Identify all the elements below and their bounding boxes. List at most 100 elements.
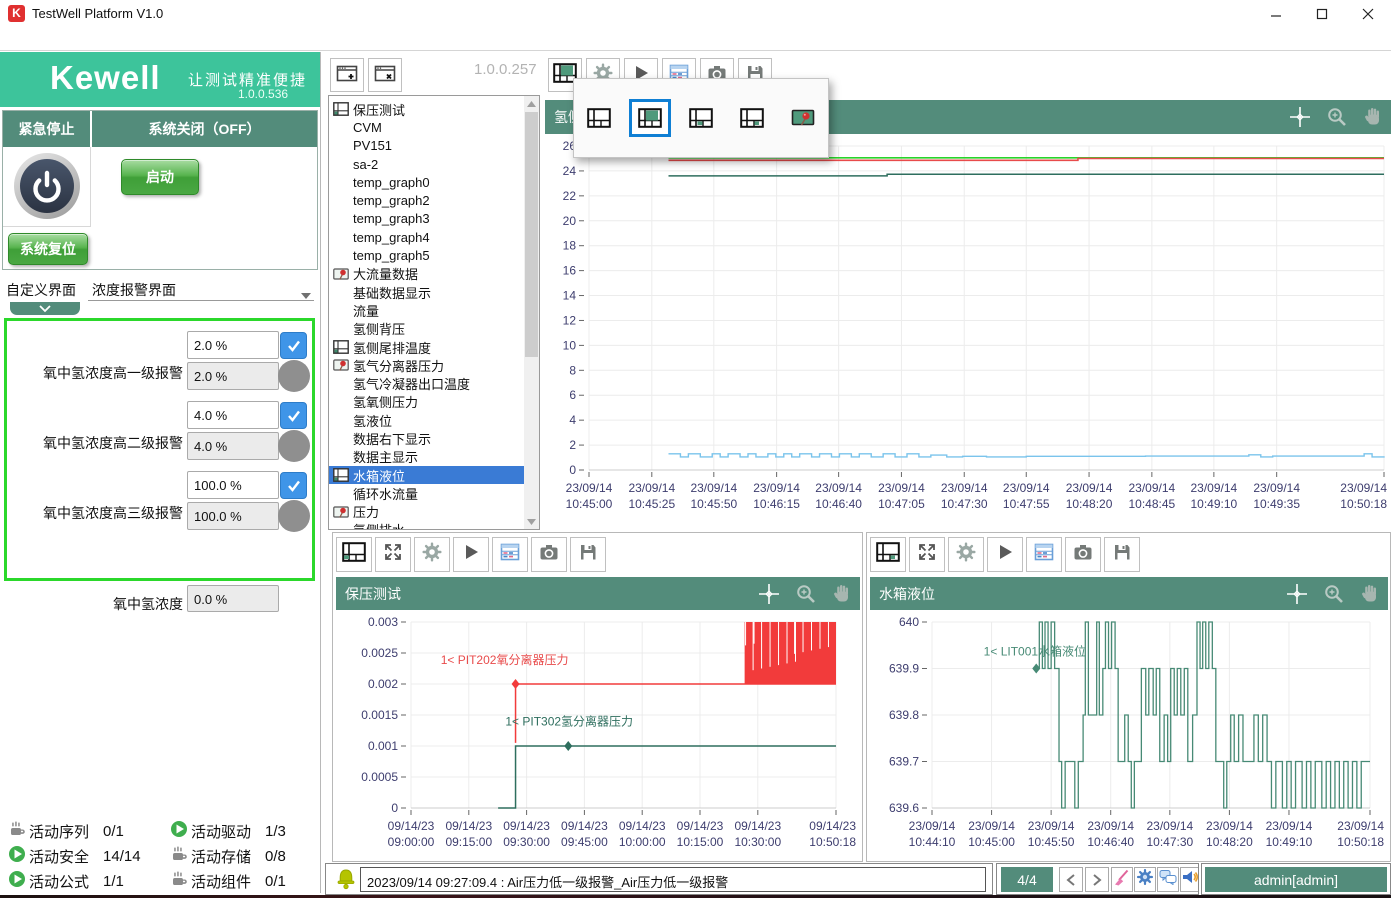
menu-item[interactable] (72, 27, 96, 51)
tree-item[interactable]: temp_graph5 (329, 246, 539, 264)
data-table-button[interactable] (1026, 537, 1062, 572)
layout-button[interactable] (870, 537, 906, 572)
emergency-stop-button[interactable] (14, 153, 80, 219)
tree-item[interactable]: 基础数据显示 (329, 283, 539, 301)
alarm-setpoint-field[interactable]: 4.0 % (187, 401, 279, 429)
tree-item[interactable]: temp_graph2 (329, 191, 539, 209)
water-tank-chart[interactable]: 639.6639.7639.8639.964023/09/1410:44:102… (870, 610, 1388, 860)
hand-icon[interactable] (1361, 104, 1387, 130)
dropdown-arrow-icon[interactable] (301, 293, 311, 299)
hydrogen-side-chart[interactable]: 0246810121416182022242623/09/1410:45:002… (545, 134, 1391, 530)
hand-icon[interactable] (1358, 581, 1384, 607)
layout-option[interactable] (782, 99, 824, 137)
tree-item[interactable]: temp_graph3 (329, 210, 539, 228)
close-button[interactable] (1345, 0, 1391, 27)
collapse-tab[interactable] (10, 302, 80, 315)
menu-item[interactable] (0, 27, 24, 51)
layout-option[interactable] (629, 99, 671, 137)
tree-item[interactable]: 氢侧排水 (329, 521, 539, 530)
alarm-enabled-checkbox[interactable] (280, 402, 307, 429)
svg-text:23/09/14: 23/09/14 (1066, 481, 1113, 495)
zoom-icon[interactable] (1324, 104, 1350, 130)
tree-scrollbar[interactable] (524, 96, 539, 529)
layout-button[interactable] (336, 537, 372, 572)
minimize-button[interactable] (1253, 0, 1299, 27)
activity-item: 活动序列 0/1 (8, 820, 124, 843)
start-button[interactable]: 启动 (121, 159, 199, 195)
tree-item[interactable]: 保压测试 (329, 100, 539, 118)
zoom-icon[interactable] (793, 581, 819, 607)
alarm-enabled-checkbox[interactable] (280, 472, 307, 499)
activity-item: 活动存储 0/8 (170, 845, 286, 868)
menu-item[interactable] (48, 27, 72, 51)
crosshair-icon[interactable] (1284, 581, 1310, 607)
tree-item[interactable]: 压力 (329, 503, 539, 521)
pressure-hold-chart[interactable]: 00.00050.0010.00150.0020.00250.00309/14/… (336, 610, 860, 860)
menu-item[interactable] (120, 27, 144, 51)
layout-option[interactable] (578, 99, 620, 137)
tree-item[interactable]: 循环水流量 (329, 484, 539, 502)
crosshair-icon[interactable] (756, 581, 782, 607)
tree-item[interactable]: 氢气冷凝器出口温度 (329, 374, 539, 392)
run-button[interactable] (987, 537, 1023, 572)
snapshot-button[interactable] (531, 537, 567, 572)
window-close-button[interactable] (368, 58, 402, 92)
custom-ui-select[interactable]: 浓度报警界面 (92, 280, 176, 300)
menu-item[interactable] (168, 27, 192, 51)
tree-item[interactable]: 流量 (329, 301, 539, 319)
activity-state-icon (170, 870, 188, 893)
layout-option[interactable] (680, 99, 722, 137)
tree-item[interactable]: temp_graph4 (329, 228, 539, 246)
settings-button[interactable] (414, 537, 450, 572)
zoom-icon[interactable] (1321, 581, 1347, 607)
next-page-button[interactable] (1085, 867, 1109, 892)
tree-item[interactable]: sa-2 (329, 155, 539, 173)
tree-item[interactable]: CVM (329, 118, 539, 136)
layout-icon (876, 542, 900, 567)
svg-text:639.7: 639.7 (889, 755, 919, 769)
tree-item[interactable]: 大流量数据 (329, 265, 539, 283)
scroll-thumb[interactable] (525, 112, 538, 357)
menu-item[interactable] (24, 27, 48, 51)
scroll-up-icon[interactable] (524, 96, 539, 111)
tree-item[interactable]: 氢气分离器压力 (329, 356, 539, 374)
alarm-setpoint-field[interactable]: 2.0 % (187, 331, 279, 359)
scroll-down-icon[interactable] (524, 514, 539, 529)
data-table-button[interactable] (492, 537, 528, 572)
run-button[interactable] (453, 537, 489, 572)
tree-item[interactable]: PV151 (329, 137, 539, 155)
expand-button[interactable] (375, 537, 411, 572)
alarm-enabled-checkbox[interactable] (280, 332, 307, 359)
messages-button[interactable] (1157, 867, 1179, 892)
crosshair-icon[interactable] (1287, 104, 1313, 130)
tree-item[interactable]: 氢液位 (329, 411, 539, 429)
layout-option[interactable] (731, 99, 773, 137)
alarm-message-field[interactable]: 2023/09/14 09:27:09.4 : Air压力低一级报警_Air压力… (360, 867, 986, 892)
menu-item[interactable] (144, 27, 168, 51)
tree-item[interactable]: 水箱液位 (329, 466, 539, 484)
alarm-setpoint-field[interactable]: 100.0 % (187, 471, 279, 499)
system-reset-button[interactable]: 系统复位 (8, 233, 88, 265)
tree-item[interactable]: 数据右下显示 (329, 429, 539, 447)
hand-icon[interactable] (830, 581, 856, 607)
sound-button[interactable] (1180, 867, 1198, 892)
tree-item[interactable]: 氢氧侧压力 (329, 393, 539, 411)
tree-item[interactable]: temp_graph0 (329, 173, 539, 191)
tree-item[interactable]: 氢侧尾排温度 (329, 338, 539, 356)
settings-button[interactable] (948, 537, 984, 572)
svg-text:10:48:20: 10:48:20 (1206, 835, 1253, 849)
expand-button[interactable] (909, 537, 945, 572)
clear-alarms-button[interactable] (1111, 867, 1133, 892)
window-add-button[interactable] (330, 58, 364, 92)
svg-text:0.0025: 0.0025 (361, 646, 398, 660)
save-button[interactable] (570, 537, 606, 572)
tree-item[interactable]: 数据主显示 (329, 448, 539, 466)
alarm-settings-button[interactable] (1134, 867, 1156, 892)
tree-item[interactable]: 氢侧背压 (329, 320, 539, 338)
snapshot-button[interactable] (1065, 537, 1101, 572)
save-button[interactable] (1104, 537, 1140, 572)
current-user[interactable]: admin[admin] (1205, 867, 1387, 892)
maximize-button[interactable] (1299, 0, 1345, 27)
menu-item[interactable] (96, 27, 120, 51)
prev-page-button[interactable] (1059, 867, 1083, 892)
